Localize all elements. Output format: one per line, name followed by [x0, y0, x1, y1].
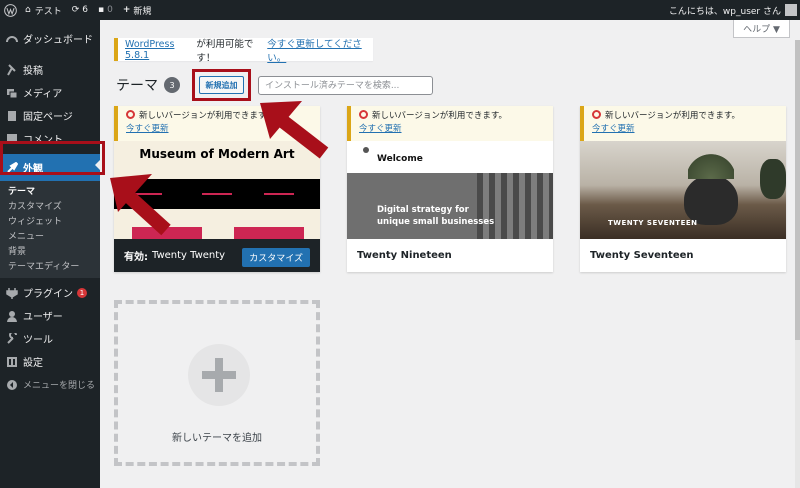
menu-collapse[interactable]: メニューを閉じる: [0, 373, 100, 396]
wordpress-logo-icon[interactable]: [0, 0, 20, 20]
page-icon: [8, 110, 16, 121]
submenu-menus[interactable]: メニュー: [0, 230, 100, 245]
plus-icon: [188, 344, 250, 406]
help-tab[interactable]: ヘルプ ▼: [733, 20, 790, 38]
update-now-link[interactable]: 今すぐ更新してください。: [267, 36, 373, 64]
updates-link[interactable]: ⟳ 6: [67, 0, 93, 20]
submenu-theme-editor[interactable]: テーマエディター: [0, 260, 100, 275]
add-new-theme-card[interactable]: 新しいテーマを追加: [114, 300, 320, 466]
menu-posts[interactable]: 投稿: [0, 58, 100, 81]
annotation-arrow-to-add-new: [260, 101, 329, 159]
page-title: テーマ: [116, 78, 158, 94]
update-icon: [592, 110, 601, 119]
menu-media[interactable]: メディア: [0, 81, 100, 104]
theme-update-now-link[interactable]: 今すぐ更新: [592, 124, 635, 134]
update-icon: [126, 110, 135, 119]
theme-card-twenty-seventeen[interactable]: 新しいバージョンが利用できます。 今すぐ更新 TWENTY SEVENTEEN …: [580, 106, 786, 272]
admin-sidebar: ダッシュボード 投稿 メディア 固定ページ コメント 外観 テーマ カスタマイズ…: [0, 20, 100, 488]
site-name-link[interactable]: ⌂ テスト: [20, 0, 67, 20]
settings-icon: [7, 356, 17, 367]
wrench-icon: [7, 332, 17, 344]
avatar: [785, 4, 797, 16]
new-content-link[interactable]: + 新規: [118, 0, 157, 20]
menu-pages[interactable]: 固定ページ: [0, 104, 100, 127]
annotation-arrow-to-appearance: [110, 174, 171, 236]
version-link[interactable]: WordPress 5.8.1: [125, 39, 196, 61]
theme-name: Twenty Nineteen: [357, 250, 452, 261]
customize-button[interactable]: カスタマイズ: [242, 248, 310, 267]
update-icon: [359, 110, 368, 119]
plus-icon: +: [122, 5, 131, 15]
submenu-background[interactable]: 背景: [0, 245, 100, 260]
plugins-update-badge: 1: [77, 287, 87, 298]
theme-update-now-link[interactable]: 今すぐ更新: [126, 124, 169, 134]
theme-update-notice: 新しいバージョンが利用できます。 今すぐ更新: [580, 106, 786, 141]
scrollbar-thumb[interactable]: [795, 40, 800, 340]
theme-screenshot: Welcome Digital strategy for unique smal…: [347, 141, 553, 239]
theme-card-twenty-nineteen[interactable]: 新しいバージョンが利用できます。 今すぐ更新 Welcome Digital s…: [347, 106, 553, 272]
comment-icon: ▪: [98, 5, 105, 15]
home-icon: ⌂: [25, 5, 31, 15]
menu-plugins[interactable]: プラグイン 1: [0, 281, 100, 304]
pin-icon: [7, 63, 16, 75]
account-menu[interactable]: こんにちは、wp_user さん: [669, 0, 800, 20]
comments-link[interactable]: ▪ 0: [93, 0, 118, 20]
highlight-box-add-new: [192, 69, 251, 101]
add-new-theme-label: 新しいテーマを追加: [172, 433, 262, 444]
collapse-icon: [7, 379, 17, 390]
submenu-themes[interactable]: テーマ: [0, 185, 100, 200]
menu-users[interactable]: ユーザー: [0, 304, 100, 327]
theme-screenshot: TWENTY SEVENTEEN: [580, 141, 786, 239]
media-icon: [7, 88, 18, 98]
update-notice: WordPress 5.8.1 が利用可能です！ 今すぐ更新してください。: [114, 36, 373, 64]
theme-name: Twenty Seventeen: [590, 250, 694, 261]
plugin-icon: [6, 287, 18, 299]
updates-icon: ⟳: [71, 5, 80, 15]
menu-dashboard[interactable]: ダッシュボード: [0, 27, 100, 50]
submenu-customize[interactable]: カスタマイズ: [0, 200, 100, 215]
theme-update-notice: 新しいバージョンが利用できます。 今すぐ更新: [347, 106, 553, 141]
admin-bar: ⌂ テスト ⟳ 6 ▪ 0 + 新規 こんにちは、wp_user さん: [0, 0, 800, 20]
menu-tools[interactable]: ツール: [0, 327, 100, 350]
page-scrollbar[interactable]: [795, 40, 800, 488]
appearance-submenu: テーマ カスタマイズ ウィジェット メニュー 背景 テーマエディター: [0, 181, 100, 278]
dashboard-icon: [6, 35, 18, 42]
theme-update-now-link[interactable]: 今すぐ更新: [359, 124, 402, 134]
highlight-box-appearance: [0, 141, 105, 175]
submenu-widgets[interactable]: ウィジェット: [0, 215, 100, 230]
theme-active-bar: 有効: Twenty Twenty カスタマイズ: [114, 239, 320, 272]
theme-count-badge: 3: [164, 77, 180, 93]
user-icon: [7, 310, 17, 322]
menu-settings[interactable]: 設定: [0, 350, 100, 373]
theme-search-input[interactable]: [258, 76, 433, 95]
